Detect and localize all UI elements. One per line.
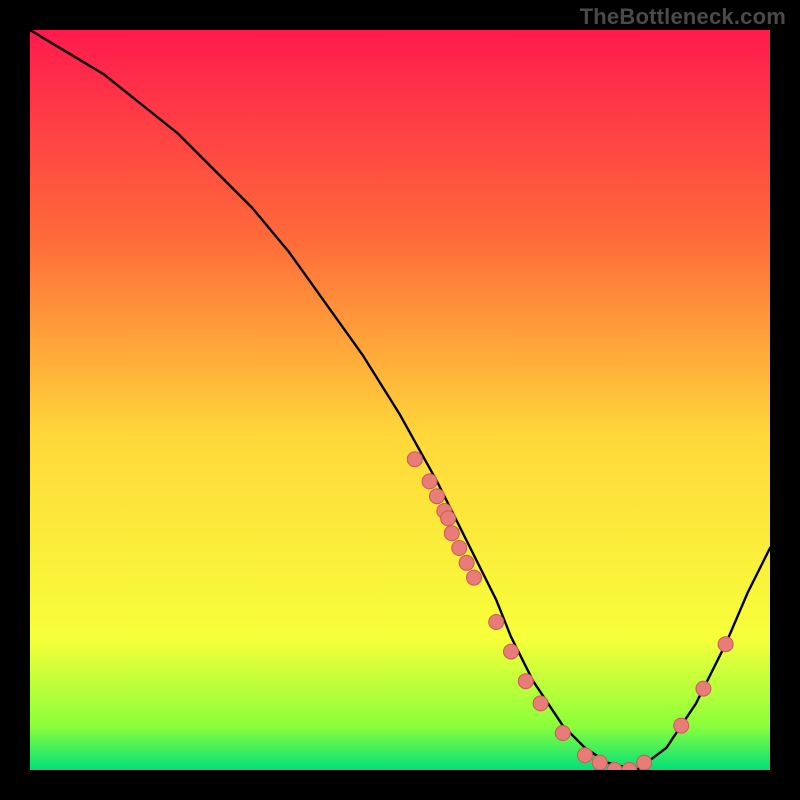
marker-dot <box>674 718 689 733</box>
bottleneck-plot <box>30 30 770 770</box>
marker-dot <box>489 615 504 630</box>
marker-dot <box>452 541 467 556</box>
gradient-background <box>30 30 770 770</box>
marker-dot <box>441 511 456 526</box>
marker-dot <box>504 644 519 659</box>
marker-dot <box>696 681 711 696</box>
chart-frame: TheBottleneck.com <box>0 0 800 800</box>
plot-svg <box>30 30 770 770</box>
marker-dot <box>718 637 733 652</box>
marker-dot <box>430 489 445 504</box>
marker-dot <box>422 474 437 489</box>
marker-dot <box>444 526 459 541</box>
marker-dot <box>578 748 593 763</box>
watermark-text: TheBottleneck.com <box>580 4 786 30</box>
marker-dot <box>459 555 474 570</box>
marker-dot <box>467 570 482 585</box>
marker-dot <box>533 696 548 711</box>
marker-dot <box>407 452 422 467</box>
marker-dot <box>637 755 652 770</box>
marker-dot <box>555 726 570 741</box>
marker-dot <box>518 674 533 689</box>
marker-dot <box>592 755 607 770</box>
